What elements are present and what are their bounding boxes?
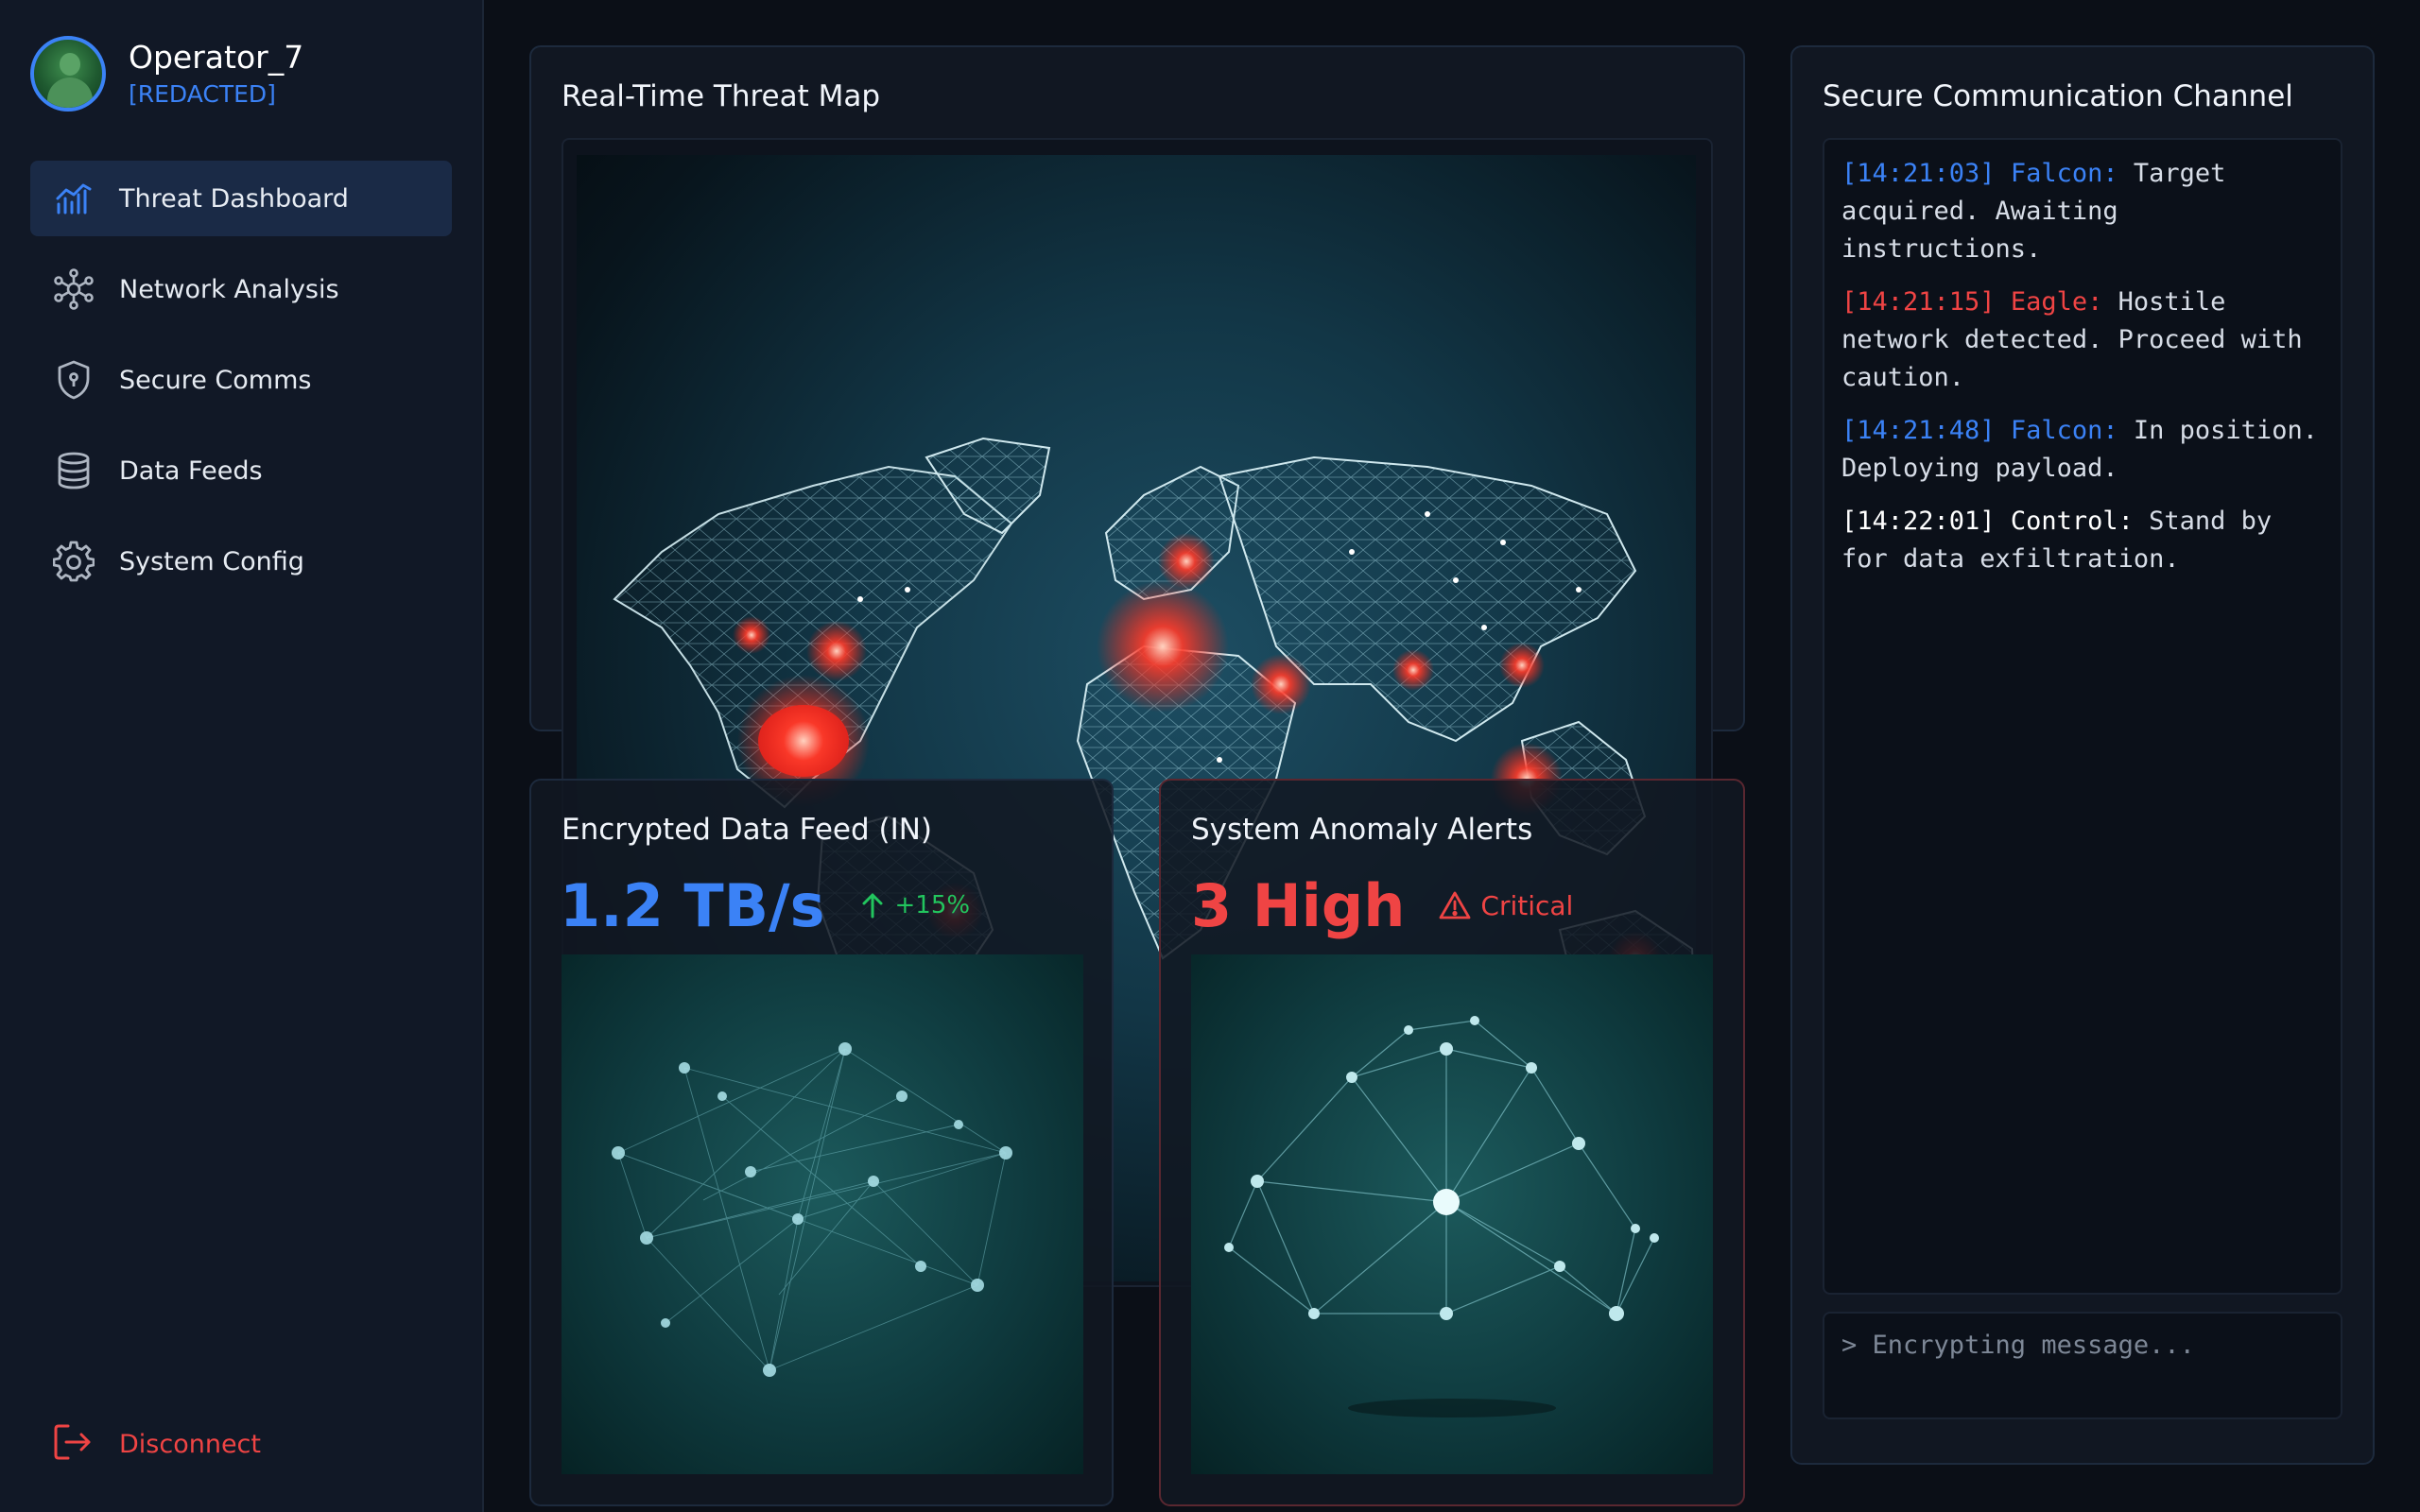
sidebar-item-system-config[interactable]: System Config <box>30 524 452 599</box>
user-profile: Operator_7 [REDACTED] <box>30 34 303 113</box>
sidebar-item-label: Network Analysis <box>119 274 339 304</box>
sidebar-item-label: System Config <box>119 546 304 576</box>
data-feed-delta: +15% <box>861 891 971 919</box>
log-sender: Falcon: <box>2010 416 2118 445</box>
anomaly-network-graph[interactable] <box>1191 954 1713 1474</box>
anomaly-count: 3 High <box>1191 870 1406 940</box>
anomaly-alerts-metric-row: 3 High Critical <box>1191 866 1573 945</box>
sidebar-item-threat-dashboard[interactable]: Threat Dashboard <box>30 161 452 236</box>
log-entry: [14:21:03] Falcon: Target acquired. Awai… <box>1841 155 2324 268</box>
arrow-up-icon <box>862 893 883 919</box>
shield-icon <box>53 359 95 401</box>
data-feed-delta-value: +15% <box>894 891 971 919</box>
log-sender: Falcon: <box>2010 159 2118 188</box>
log-entry: [14:22:01] Control: Stand by for data ex… <box>1841 503 2324 578</box>
threat-map-title: Real-Time Threat Map <box>562 79 881 113</box>
network-icon <box>53 268 95 310</box>
log-entry: [14:21:48] Falcon: In position. Deployin… <box>1841 412 2324 488</box>
secure-comms-title: Secure Communication Channel <box>1823 79 2293 113</box>
disconnect-label: Disconnect <box>119 1429 261 1459</box>
message-input[interactable]: > Encrypting message... <box>1823 1312 2342 1419</box>
disconnect-button[interactable]: Disconnect <box>53 1419 261 1469</box>
sidebar-item-data-feeds[interactable]: Data Feeds <box>30 433 452 508</box>
message-log[interactable]: [14:21:03] Falcon: Target acquired. Awai… <box>1823 138 2342 1295</box>
sidebar-item-label: Threat Dashboard <box>119 183 349 214</box>
critical-label: Critical <box>1480 889 1574 921</box>
sidebar-item-secure-comms[interactable]: Secure Comms <box>30 342 452 418</box>
sidebar-item-label: Data Feeds <box>119 455 263 486</box>
data-feed-throughput: 1.2 TB/s <box>560 870 825 940</box>
log-timestamp: [14:21:03] <box>1841 159 1996 188</box>
log-sender: Eagle: <box>2010 287 2103 317</box>
data-feed-network-graph[interactable] <box>562 954 1083 1474</box>
user-name: Operator_7 <box>129 39 304 76</box>
sidebar-item-network-analysis[interactable]: Network Analysis <box>30 251 452 327</box>
database-icon <box>53 450 95 491</box>
anomaly-alerts-title: System Anomaly Alerts <box>1191 813 1533 847</box>
sidebar-nav: Threat Dashboard Network Analysis Secure… <box>30 161 452 614</box>
sidebar: Operator_7 [REDACTED] Threat Dashboard N… <box>0 0 484 1512</box>
warning-icon <box>1439 891 1471 919</box>
logout-icon <box>53 1423 95 1465</box>
log-entry: [14:21:15] Eagle: Hostile network detect… <box>1841 284 2324 397</box>
data-feed-title: Encrypted Data Feed (IN) <box>562 813 933 847</box>
log-timestamp: [14:22:01] <box>1841 507 1996 536</box>
user-role: [REDACTED] <box>129 80 276 108</box>
log-timestamp: [14:21:15] <box>1841 287 1996 317</box>
sidebar-item-label: Secure Comms <box>119 365 312 395</box>
data-feed-metric-row: 1.2 TB/s +15% <box>560 866 970 945</box>
chart-icon <box>53 178 95 219</box>
critical-badge: Critical <box>1439 890 1573 921</box>
gear-icon <box>53 541 95 582</box>
log-sender: Control: <box>2010 507 2134 536</box>
avatar[interactable] <box>30 36 106 112</box>
log-timestamp: [14:21:48] <box>1841 416 1996 445</box>
